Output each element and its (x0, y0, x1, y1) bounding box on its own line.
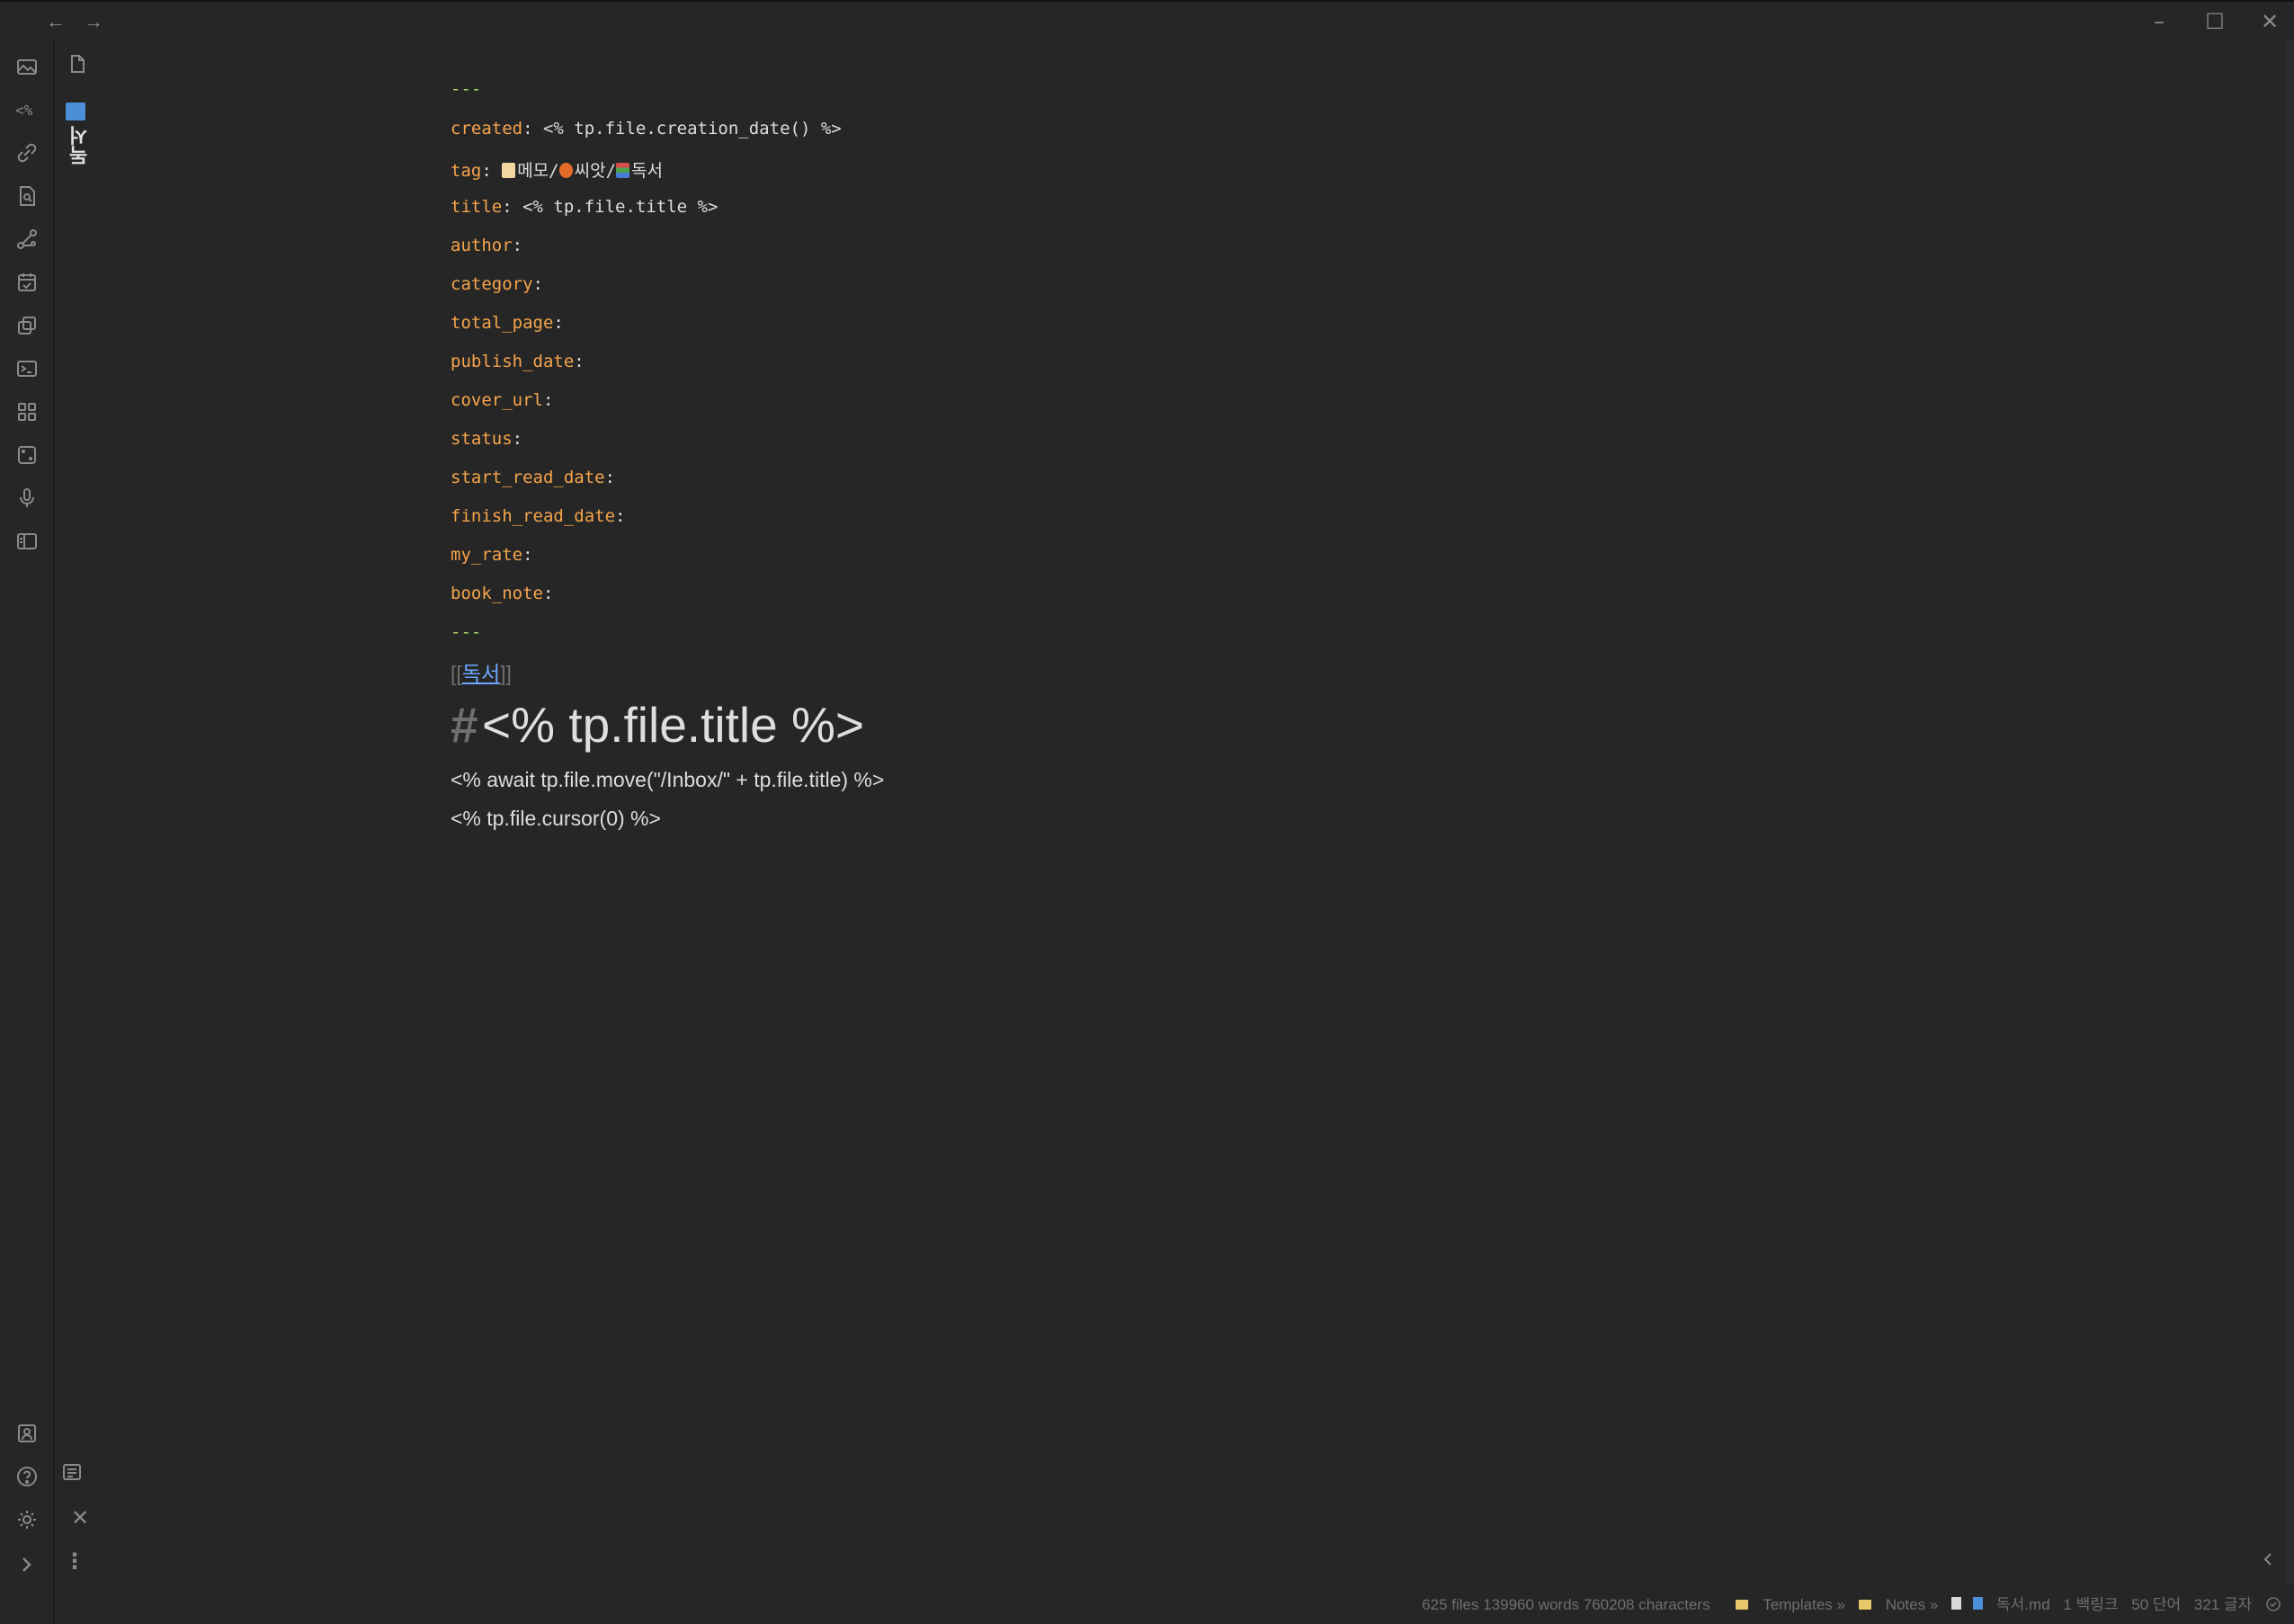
file-icon (1951, 1597, 1962, 1610)
word-count: 50 단어 (2131, 1596, 2182, 1613)
body-line-move: <% await tp.file.move("/Inbox/" + tp.fil… (451, 768, 885, 791)
tag-part: 메모/ (517, 161, 559, 181)
fm-value: <% tp.file.creation_date() %> (542, 119, 842, 138)
templater-icon[interactable]: <% (13, 95, 41, 124)
vault-stats: 625 files 139960 words 760208 characters (1422, 1596, 1710, 1613)
fm-line-total-page[interactable]: total_page: (451, 313, 564, 333)
fm-key: my_rate (451, 545, 523, 565)
fm-line-tag[interactable]: tag: 메모/씨앗/독서 (451, 157, 663, 182)
fm-line-publish-date[interactable]: publish_date: (451, 352, 585, 371)
editor-pane[interactable]: --- created: <% tp.file.creation_date() … (100, 40, 2285, 1584)
fm-line-title[interactable]: title: <% tp.file.title %> (451, 197, 718, 217)
fm-line-finish-read-date[interactable]: finish_read_date: (451, 506, 625, 526)
chevron-right-icon[interactable] (13, 1550, 41, 1579)
grid-icon[interactable] (13, 397, 41, 426)
crumb-templates[interactable]: Templates (1763, 1596, 1832, 1613)
outline-icon[interactable] (60, 1460, 84, 1484)
book-icon (1973, 1597, 1984, 1610)
fm-key: title (451, 197, 503, 217)
fm-key: author (451, 236, 513, 255)
image-icon[interactable] (13, 52, 41, 81)
calendar-icon[interactable] (13, 268, 41, 297)
breadcrumb[interactable]: Templates » Notes » 독서.md (1727, 1596, 2050, 1613)
more-options-icon[interactable]: ⋮ (64, 1548, 85, 1575)
fm-key: total_page (451, 313, 554, 333)
frontmatter-close: --- (451, 622, 482, 642)
frontmatter-open: --- (451, 79, 482, 99)
fm-key: cover_url (451, 390, 543, 410)
wikilink-open: [[ (451, 662, 462, 685)
fm-line-start-read-date[interactable]: start_read_date: (451, 468, 615, 487)
fm-key: book_note (451, 584, 543, 603)
heading-hash: # (451, 697, 478, 753)
graph-icon[interactable] (13, 225, 41, 254)
fm-key: tag (451, 161, 482, 181)
fm-key: status (451, 429, 513, 449)
minimize-icon[interactable]: – (2141, 9, 2177, 34)
link-icon[interactable] (13, 138, 41, 167)
folder-icon (1858, 1600, 1871, 1610)
dice-icon[interactable] (13, 441, 41, 469)
fm-key: finish_read_date (451, 506, 616, 526)
fm-line-book-note[interactable]: book_note: (451, 584, 553, 603)
fm-line-my-rate[interactable]: my_rate: (451, 545, 533, 565)
tab-dokseo[interactable]: 독서 (66, 103, 93, 228)
seed-emoji-icon (558, 163, 573, 178)
body-line-cursor: <% tp.file.cursor(0) %> (451, 807, 661, 830)
fm-line-status[interactable]: status: (451, 429, 522, 449)
fm-line-created[interactable]: created: <% tp.file.creation_date() %> (451, 119, 842, 138)
crumb-file[interactable]: 독서.md (1996, 1596, 2050, 1613)
layout-icon[interactable] (13, 527, 41, 556)
char-count: 321 글자 (2193, 1596, 2253, 1613)
fm-key: publish_date (451, 352, 575, 371)
fm-line-category[interactable]: category: (451, 274, 543, 294)
wikilink-dokseo[interactable]: 독서 (462, 662, 500, 685)
close-window-icon[interactable]: ✕ (2252, 9, 2288, 34)
fm-key: created (451, 119, 523, 138)
svg-text:<%: <% (15, 102, 33, 119)
microphone-icon[interactable] (13, 484, 41, 513)
vertical-tab-column: 독서 ✕ ⋮ (55, 40, 100, 1624)
file-search-icon[interactable] (13, 182, 41, 210)
sync-check-icon[interactable] (2265, 1596, 2281, 1612)
new-file-icon[interactable] (66, 52, 89, 76)
wikilink-close: ]] (500, 662, 512, 685)
copy-icon[interactable] (13, 311, 41, 340)
tag-part: 씨앗/ (574, 161, 617, 181)
wikilink-line: [[독서]] (451, 656, 512, 687)
fm-value: <% tp.file.title %> (522, 197, 719, 217)
maximize-icon[interactable]: ☐ (2197, 9, 2233, 34)
forward-arrow-icon[interactable]: → (81, 9, 106, 34)
status-bar: 625 files 139960 words 760208 characters… (1413, 1592, 2281, 1617)
memo-emoji-icon (502, 163, 516, 178)
title-bar: ← → – ☐ ✕ (0, 0, 2294, 40)
heading-1: # <% tp.file.title %> (451, 696, 864, 754)
heading-text: <% tp.file.title %> (482, 697, 864, 753)
books-emoji-icon (616, 163, 630, 178)
tab-label: 독서 (68, 126, 91, 165)
help-icon[interactable] (13, 1462, 41, 1491)
collapse-right-sidebar-icon[interactable] (2257, 1548, 2279, 1570)
fm-key: start_read_date (451, 468, 605, 487)
folder-icon (1736, 1600, 1749, 1610)
close-tab-icon[interactable]: ✕ (71, 1505, 89, 1530)
left-ribbon: <% (0, 40, 55, 1624)
fm-line-cover-url[interactable]: cover_url: (451, 390, 553, 410)
fm-line-author[interactable]: author: (451, 236, 522, 255)
fm-key: category (451, 274, 533, 294)
back-arrow-icon[interactable]: ← (43, 9, 68, 34)
book-icon (66, 103, 85, 120)
tag-part: 독서 (631, 161, 663, 181)
backlink-count[interactable]: 1 백링크 (2063, 1596, 2118, 1613)
terminal-icon[interactable] (13, 354, 41, 383)
crumb-notes[interactable]: Notes (1886, 1596, 1925, 1613)
settings-icon[interactable] (13, 1505, 41, 1534)
vault-icon[interactable] (13, 1419, 41, 1448)
editor-scrollbar[interactable] (2285, 40, 2294, 1584)
